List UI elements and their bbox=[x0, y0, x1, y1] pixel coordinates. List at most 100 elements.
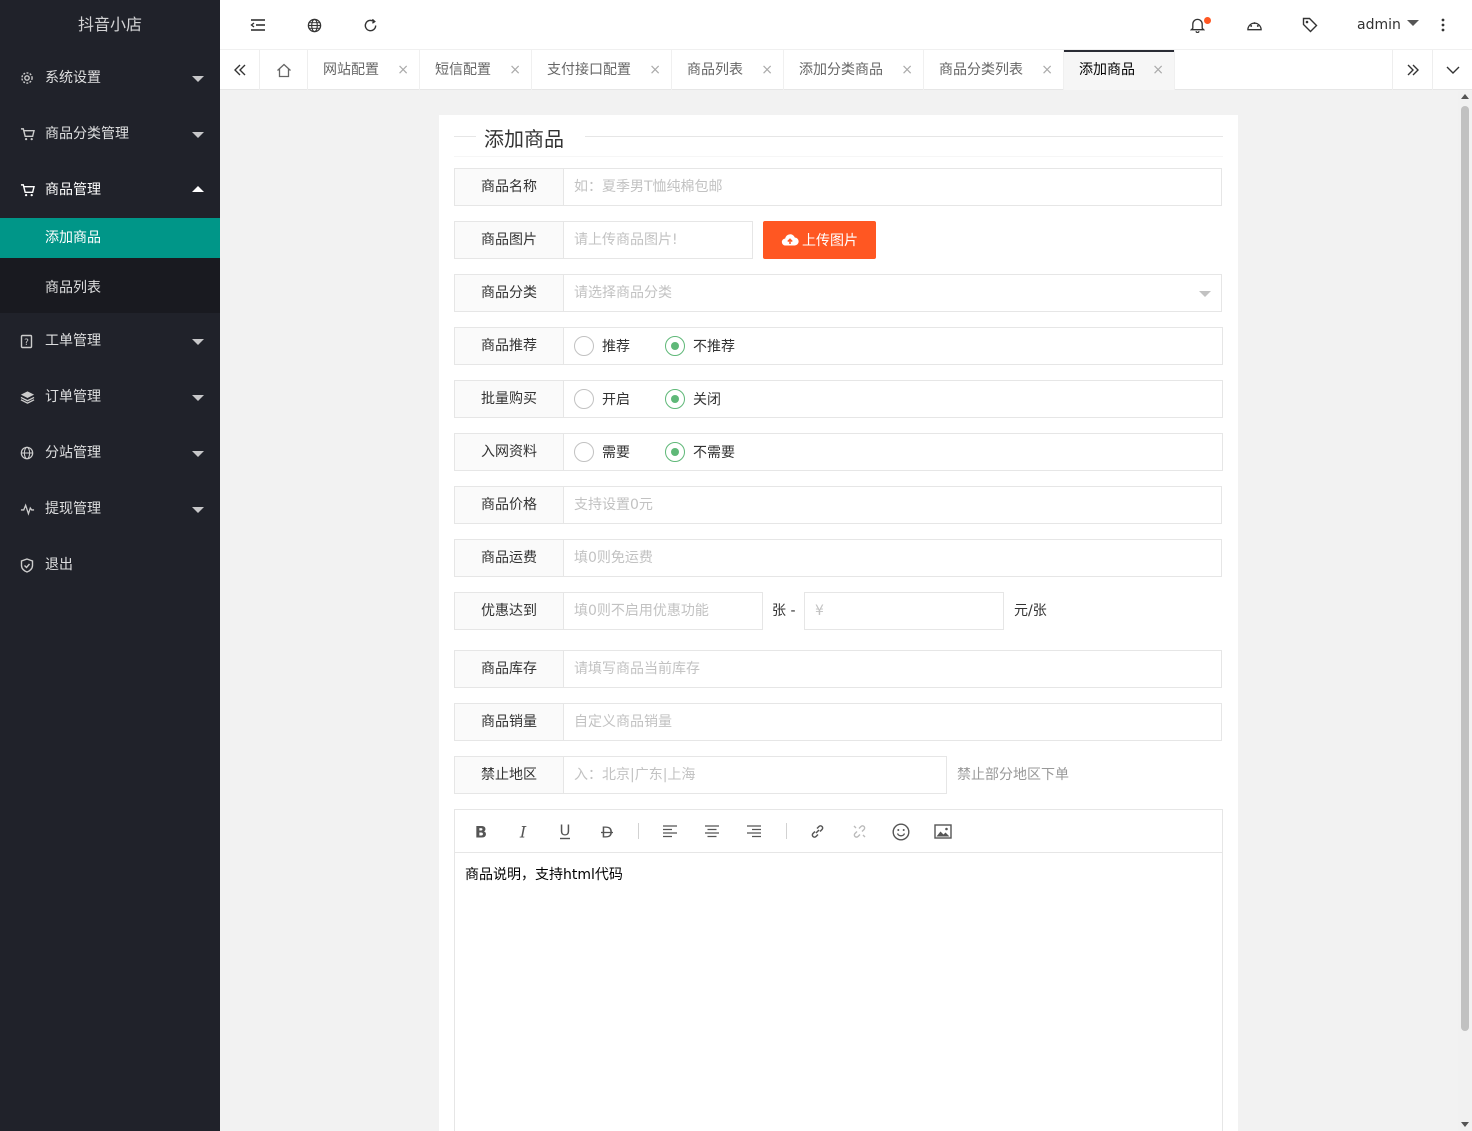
discount-price-input[interactable] bbox=[804, 592, 1004, 630]
editor-content[interactable]: 商品说明，支持html代码 bbox=[465, 864, 623, 884]
form-row-price: 商品价格 bbox=[454, 486, 1223, 524]
underline-icon[interactable]: U bbox=[552, 810, 578, 853]
sidebar-item-substation-management[interactable]: 分站管理 bbox=[0, 425, 220, 481]
italic-icon[interactable]: I bbox=[510, 810, 536, 853]
tab-label: 短信配置 bbox=[435, 62, 491, 78]
stock-input[interactable] bbox=[563, 650, 1222, 688]
svg-text:B: B bbox=[475, 824, 487, 840]
sidebar-item-order-management[interactable]: 订单管理 bbox=[0, 369, 220, 425]
tab-add-category-product[interactable]: 添加分类商品 × bbox=[784, 50, 924, 90]
sidebar-item-category-management[interactable]: 商品分类管理 bbox=[0, 106, 220, 162]
unlink-icon[interactable] bbox=[846, 810, 872, 853]
radio-network-not-required[interactable]: 不需要 bbox=[665, 434, 735, 470]
field-label: 商品分类 bbox=[454, 274, 564, 312]
tab-label: 支付接口配置 bbox=[547, 62, 631, 78]
close-icon[interactable]: × bbox=[761, 50, 773, 90]
image-icon[interactable] bbox=[930, 810, 956, 853]
top-header: admin bbox=[220, 0, 1472, 50]
product-price-input[interactable] bbox=[563, 486, 1222, 524]
field-label: 商品名称 bbox=[454, 168, 564, 206]
tab-website-config[interactable]: 网站配置 × bbox=[308, 50, 420, 90]
radio-bulk-off[interactable]: 关闭 bbox=[665, 381, 721, 417]
bell-icon[interactable] bbox=[1182, 0, 1212, 50]
title-divider-left bbox=[454, 136, 476, 137]
discount-unit-label: 张 - bbox=[772, 603, 796, 619]
align-center-icon[interactable] bbox=[699, 810, 725, 853]
sidebar-item-withdrawal-management[interactable]: 提现管理 bbox=[0, 481, 220, 537]
svg-text:?: ? bbox=[24, 338, 29, 348]
globe-icon[interactable] bbox=[299, 0, 329, 50]
theme-palette-icon[interactable] bbox=[1239, 0, 1269, 50]
sidebar-item-logout[interactable]: 退出 bbox=[0, 537, 220, 593]
page-scrollbar[interactable] bbox=[1458, 91, 1472, 1131]
user-menu[interactable]: admin bbox=[1357, 0, 1419, 50]
strikethrough-icon[interactable]: D bbox=[594, 810, 620, 853]
form-row-recommend: 商品推荐 推荐 不推荐 bbox=[454, 327, 1223, 365]
sidebar-item-product-management[interactable]: 商品管理 bbox=[0, 162, 220, 218]
sidebar-item-system-settings[interactable]: 系统设置 bbox=[0, 50, 220, 106]
sidebar-submenu: 添加商品 商品列表 bbox=[0, 218, 220, 313]
sidebar-subitem-product-list[interactable]: 商品列表 bbox=[0, 263, 220, 313]
home-icon[interactable] bbox=[260, 50, 308, 90]
tab-add-product[interactable]: 添加商品 × bbox=[1064, 50, 1175, 90]
chevron-down-icon bbox=[192, 132, 204, 138]
radio-circle bbox=[574, 442, 594, 462]
close-icon[interactable]: × bbox=[649, 50, 661, 90]
form-row-image: 商品图片 上传图片 bbox=[454, 221, 1223, 259]
tabs-scroll-right-icon[interactable] bbox=[1392, 50, 1432, 90]
radio-circle bbox=[665, 336, 685, 356]
sidebar: 抖音小店 系统设置 商品分类管理 商品管理 添加商品 商品列表 ? 工单管理 订… bbox=[0, 0, 220, 1131]
sales-input[interactable] bbox=[563, 703, 1222, 741]
discount-quantity-input[interactable] bbox=[563, 592, 763, 630]
tabs-scroll-left-icon[interactable] bbox=[220, 50, 260, 90]
align-right-icon[interactable] bbox=[741, 810, 767, 853]
tab-category-list[interactable]: 商品分类列表 × bbox=[924, 50, 1064, 90]
field-label: 入网资料 bbox=[454, 433, 564, 471]
radio-bulk-on[interactable]: 开启 bbox=[574, 381, 630, 417]
tab-product-list[interactable]: 商品列表 × bbox=[672, 50, 784, 90]
restricted-region-input[interactable] bbox=[563, 756, 947, 794]
bold-icon[interactable]: B bbox=[468, 810, 494, 853]
field-label: 商品推荐 bbox=[454, 327, 564, 365]
refresh-icon[interactable] bbox=[355, 0, 385, 50]
select-placeholder: 请选择商品分类 bbox=[574, 285, 672, 301]
product-name-input[interactable] bbox=[563, 168, 1222, 206]
radio-label: 关闭 bbox=[693, 392, 721, 408]
tab-payment-config[interactable]: 支付接口配置 × bbox=[532, 50, 672, 90]
sidebar-subitem-add-product[interactable]: 添加商品 bbox=[0, 218, 220, 258]
close-icon[interactable]: × bbox=[509, 50, 521, 90]
scrollbar-thumb[interactable] bbox=[1461, 106, 1469, 1031]
radio-circle bbox=[665, 389, 685, 409]
sidebar-item-label: 退出 bbox=[45, 557, 73, 573]
form-row-bulk: 批量购买 开启 关闭 bbox=[454, 380, 1223, 418]
more-vertical-icon[interactable] bbox=[1428, 0, 1458, 50]
close-icon[interactable]: × bbox=[901, 50, 913, 90]
shield-icon bbox=[19, 537, 35, 593]
category-select[interactable]: 请选择商品分类 bbox=[563, 274, 1222, 312]
link-icon[interactable] bbox=[804, 810, 830, 853]
radio-recommend-no[interactable]: 不推荐 bbox=[665, 328, 735, 364]
toolbar-separator bbox=[786, 823, 787, 839]
upload-image-button[interactable]: 上传图片 bbox=[763, 221, 876, 259]
radio-label: 推荐 bbox=[602, 339, 630, 355]
close-icon[interactable]: × bbox=[1152, 50, 1164, 90]
username: admin bbox=[1357, 17, 1401, 33]
scroll-down-arrow-icon[interactable] bbox=[1461, 1122, 1469, 1127]
menu-fold-icon[interactable] bbox=[243, 0, 273, 50]
radio-network-required[interactable]: 需要 bbox=[574, 434, 630, 470]
sidebar-item-ticket-management[interactable]: ? 工单管理 bbox=[0, 313, 220, 369]
sidebar-item-label: 系统设置 bbox=[45, 70, 101, 86]
scroll-up-arrow-icon[interactable] bbox=[1461, 94, 1469, 99]
tab-sms-config[interactable]: 短信配置 × bbox=[420, 50, 532, 90]
form-row-shipping: 商品运费 bbox=[454, 539, 1223, 577]
radio-recommend-yes[interactable]: 推荐 bbox=[574, 328, 630, 364]
close-icon[interactable]: × bbox=[397, 50, 409, 90]
shipping-fee-input[interactable] bbox=[563, 539, 1222, 577]
tabs-menu-chevron-down-icon[interactable] bbox=[1432, 50, 1472, 90]
emoji-icon[interactable] bbox=[888, 810, 914, 853]
tag-icon[interactable] bbox=[1295, 0, 1325, 50]
product-image-input[interactable] bbox=[563, 221, 753, 259]
close-icon[interactable]: × bbox=[1041, 50, 1053, 90]
sidebar-item-label: 订单管理 bbox=[45, 389, 101, 405]
align-left-icon[interactable] bbox=[657, 810, 683, 853]
